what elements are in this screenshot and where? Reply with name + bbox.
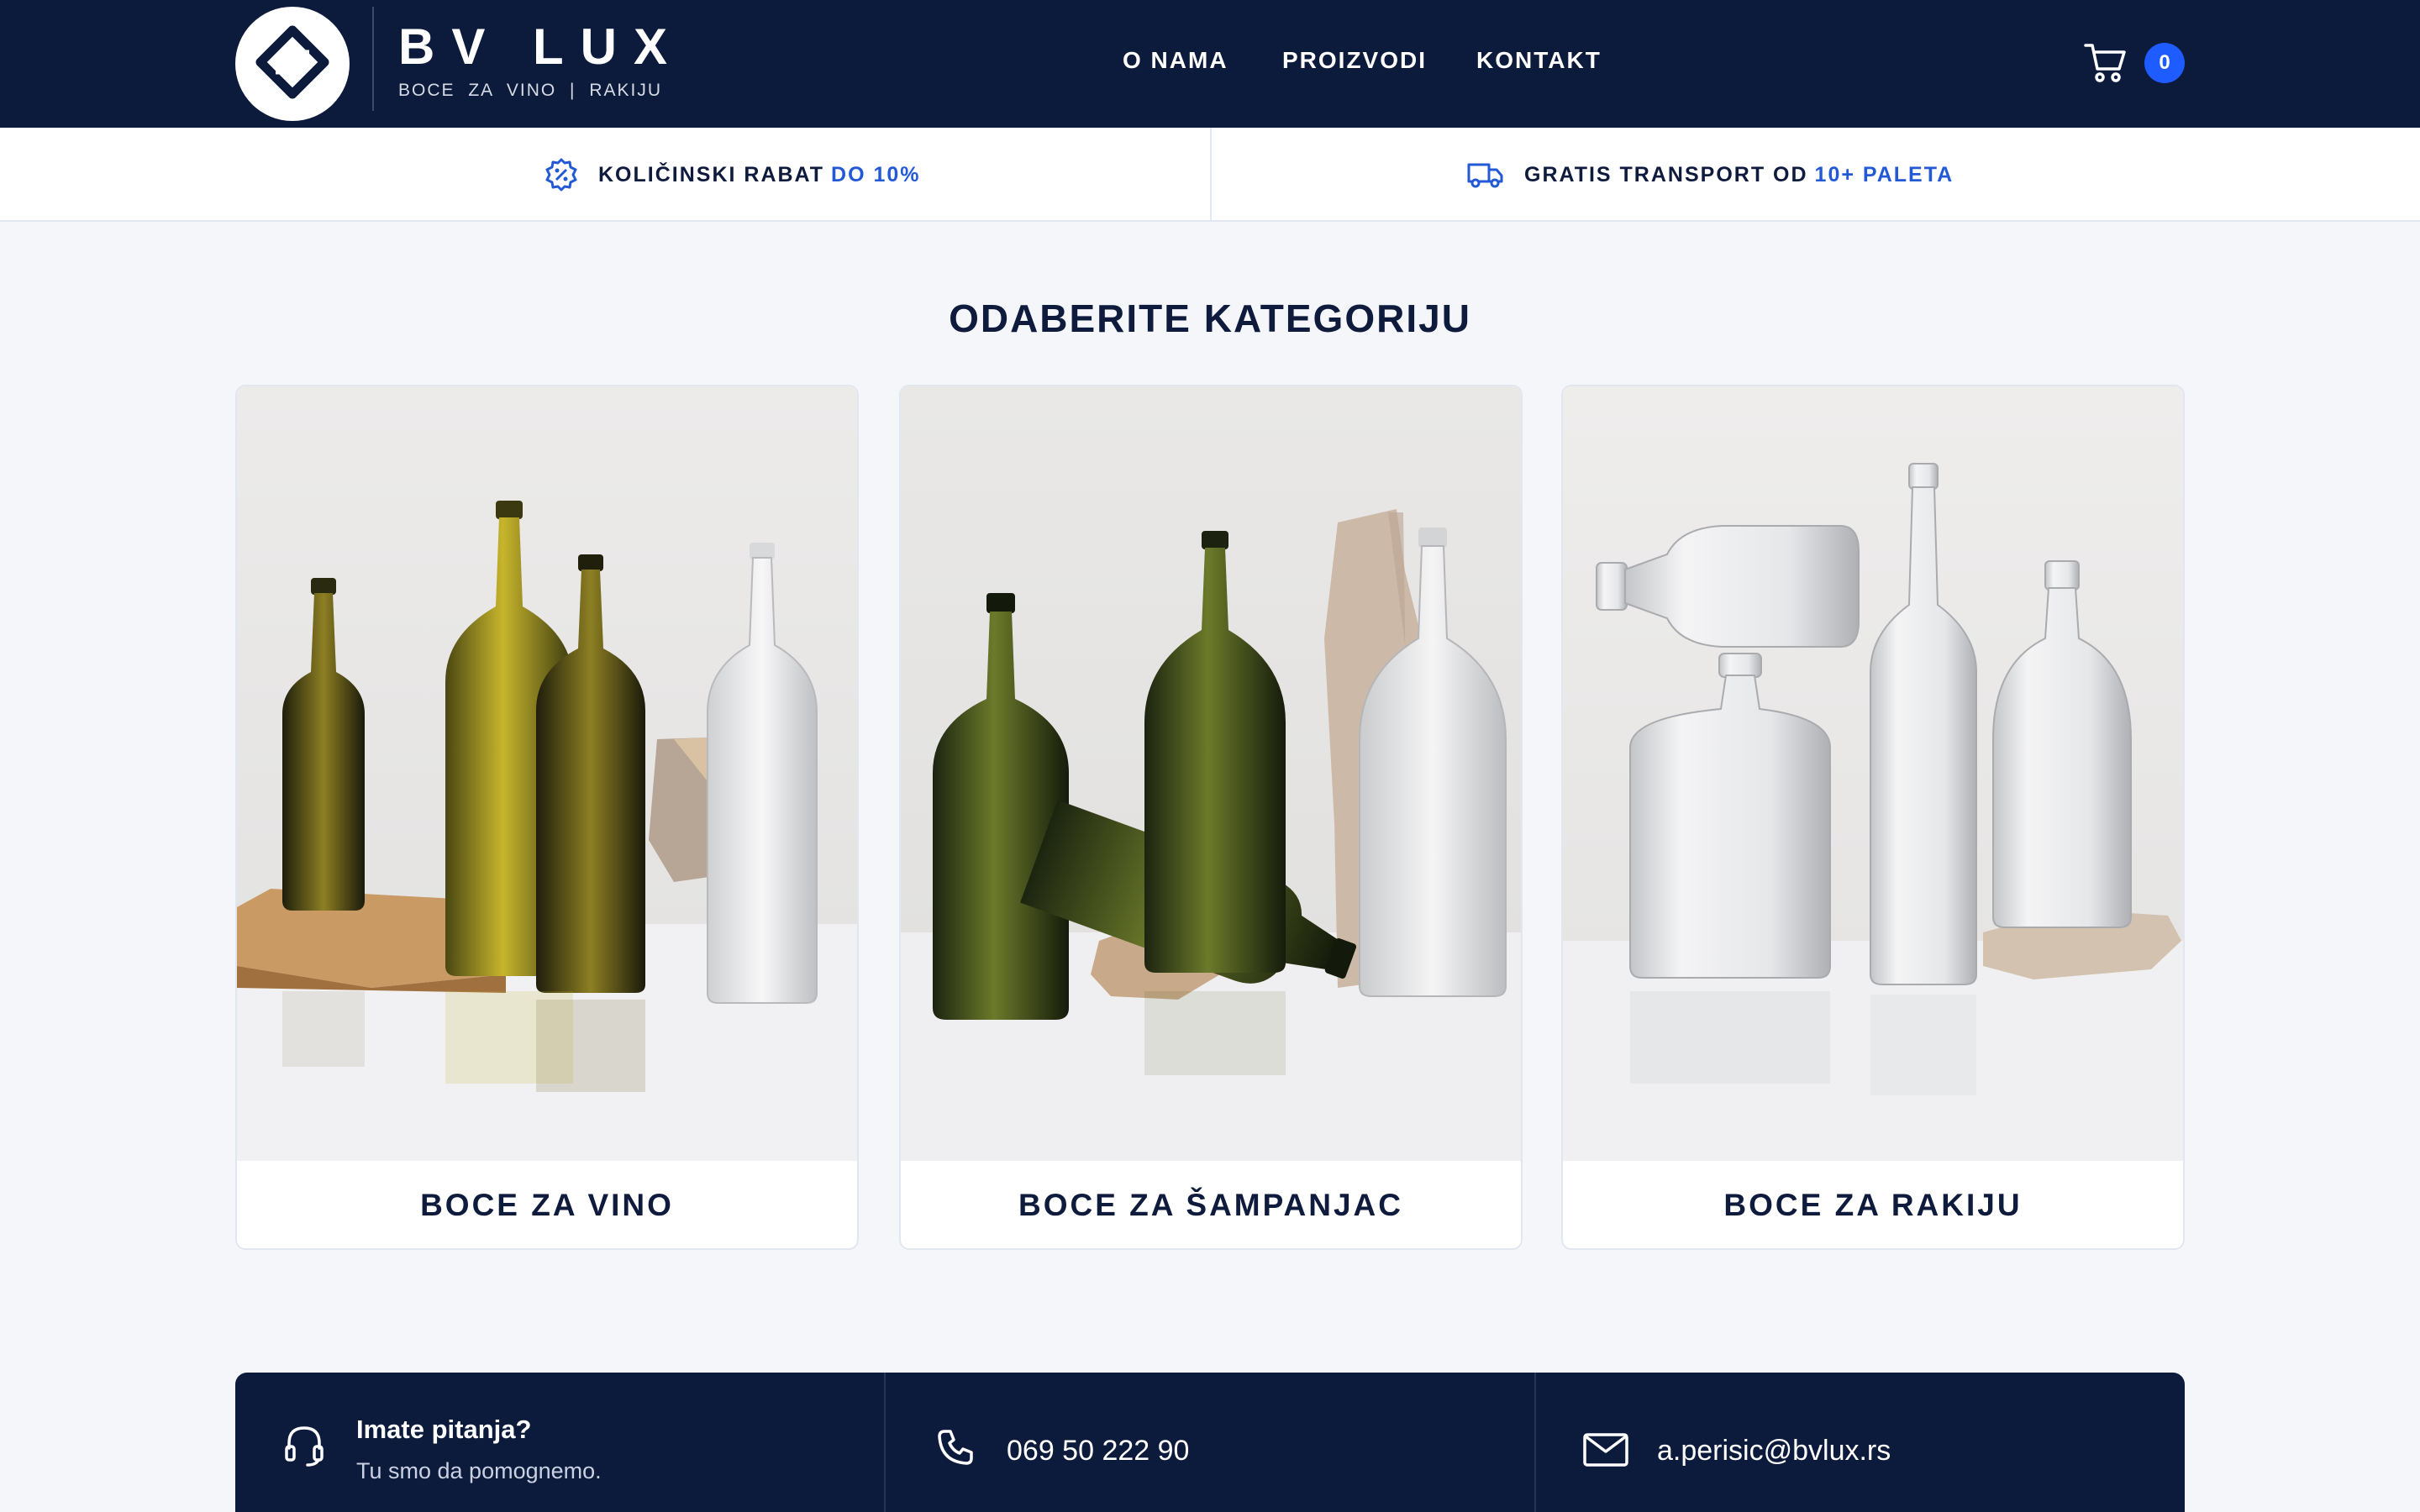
category-label-sampanjac[interactable]: BOCE ZA ŠAMPANJAC: [901, 1161, 1521, 1248]
cart-icon: [2084, 44, 2126, 82]
promo-shipping-value: 10+ PALETA: [1814, 162, 1954, 186]
truck-icon: [1467, 163, 1503, 188]
promo-discount-value: DO 10%: [831, 162, 921, 186]
category-photo-rakija: [1563, 386, 2183, 1161]
contact-question-title: Imate pitanja?: [356, 1415, 532, 1444]
brand-tagline: BOCE ZA VINO | RAKIJU: [398, 81, 663, 100]
cart-count-badge[interactable]: 0: [2144, 43, 2185, 83]
promo-bar: KOLIČINSKI RABAT DO 10% GRATIS TRANSPORT…: [0, 128, 2420, 222]
section-title: ODABERITE KATEGORIJU: [949, 297, 1471, 340]
nav-proizvodi[interactable]: PROIZVODI: [1282, 47, 1427, 74]
nav-kontakt[interactable]: KONTAKT: [1476, 47, 1602, 74]
mail-icon: [1583, 1433, 1628, 1467]
headset-icon: [285, 1426, 324, 1467]
promo-shipping-label: GRATIS TRANSPORT OD: [1524, 162, 1808, 186]
promo-shipping: GRATIS TRANSPORT OD 10+ PALETA: [1467, 156, 1954, 193]
promo-divider: [1210, 128, 1212, 222]
contact-phone-number[interactable]: 069 50 222 90: [1007, 1435, 1189, 1467]
cart-button[interactable]: [2084, 42, 2128, 84]
category-photo-sampanjac: [901, 386, 1521, 1161]
category-label-rakija[interactable]: BOCE ZA RAKIJU: [1563, 1161, 2183, 1248]
site-header: BV LUX BOCE ZA VINO | RAKIJU O NAMA PROI…: [0, 0, 2420, 128]
contact-phone[interactable]: 069 50 222 90: [886, 1373, 1534, 1512]
contact-strip: Imate pitanja? Tu smo da pomognemo. 069 …: [235, 1373, 2185, 1512]
category-label-vino[interactable]: BOCE ZA VINO: [237, 1161, 857, 1248]
contact-email[interactable]: a.perisic@bvlux.rs: [1536, 1373, 2185, 1512]
contact-help: Imate pitanja? Tu smo da pomognemo.: [235, 1373, 884, 1512]
category-card-vino[interactable]: BOCE ZA VINO: [235, 385, 859, 1250]
main-nav: O NAMA PROIZVODI KONTAKT: [0, 47, 2420, 77]
category-card-sampanjac[interactable]: BOCE ZA ŠAMPANJAC: [899, 385, 1523, 1250]
contact-email-address[interactable]: a.perisic@bvlux.rs: [1657, 1435, 1891, 1467]
promo-discount: KOLIČINSKI RABAT DO 10%: [544, 156, 921, 193]
category-photo-vino: [237, 386, 857, 1161]
contact-question-subtitle: Tu smo da pomognemo.: [356, 1458, 602, 1483]
percent-badge-icon: [545, 158, 577, 192]
promo-discount-label: KOLIČINSKI RABAT: [598, 162, 825, 186]
nav-o-nama[interactable]: O NAMA: [1123, 47, 1228, 74]
category-card-rakija[interactable]: BOCE ZA RAKIJU: [1561, 385, 2185, 1250]
phone-icon: [938, 1430, 973, 1465]
